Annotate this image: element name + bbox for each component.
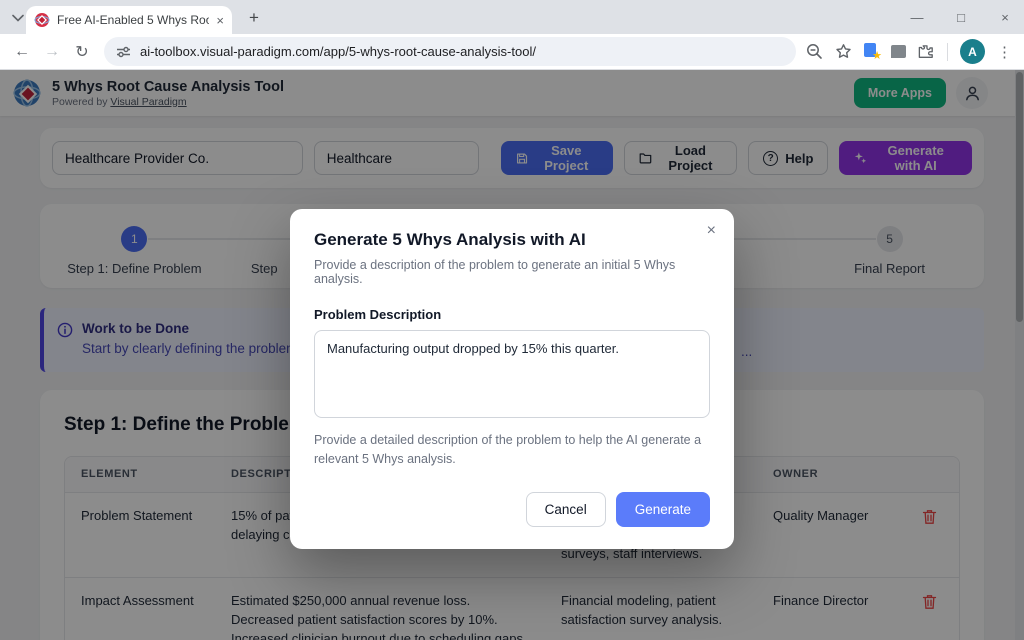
browser-menu-icon[interactable]: ⋮	[997, 43, 1012, 61]
extension-shortcut-icon[interactable]: ★	[864, 43, 879, 60]
cancel-button[interactable]: Cancel	[526, 492, 606, 527]
tab-search-icon[interactable]	[8, 8, 28, 28]
toolbar-divider	[947, 43, 948, 61]
reload-button[interactable]: ↻	[70, 40, 94, 64]
chat-extension-icon[interactable]	[891, 45, 906, 58]
dialog-subtitle: Provide a description of the problem to …	[314, 258, 710, 286]
window-maximize-button[interactable]: □	[954, 10, 968, 25]
site-settings-icon[interactable]	[116, 45, 131, 59]
address-bar[interactable]: ai-toolbox.visual-paradigm.com/app/5-why…	[104, 37, 796, 66]
tab-strip: Free AI-Enabled 5 Whys Root C × + — □ ×	[0, 0, 1024, 34]
browser-navbar: ← → ↻ ai-toolbox.visual-paradigm.com/app…	[0, 34, 1024, 70]
forward-button: →	[40, 40, 64, 64]
extensions-puzzle-icon[interactable]	[918, 43, 935, 60]
dialog-close-icon[interactable]: ×	[707, 222, 716, 240]
generate-button[interactable]: Generate	[616, 492, 710, 527]
zoom-out-icon[interactable]	[806, 43, 823, 60]
profile-avatar[interactable]: A	[960, 39, 985, 64]
bookmark-star-icon[interactable]	[835, 43, 852, 60]
browser-tab[interactable]: Free AI-Enabled 5 Whys Root C ×	[26, 6, 232, 34]
tab-favicon-icon	[34, 12, 50, 28]
problem-description-textarea[interactable]: Manufacturing output dropped by 15% this…	[314, 330, 710, 418]
generate-ai-dialog: × Generate 5 Whys Analysis with AI Provi…	[290, 209, 734, 549]
tab-title: Free AI-Enabled 5 Whys Root C	[57, 13, 209, 27]
url-text[interactable]: ai-toolbox.visual-paradigm.com/app/5-why…	[140, 44, 536, 59]
problem-description-label: Problem Description	[314, 307, 710, 322]
field-helper-text: Provide a detailed description of the pr…	[314, 431, 722, 470]
tab-close-icon[interactable]: ×	[216, 14, 224, 27]
back-button[interactable]: ←	[10, 40, 34, 64]
dialog-title: Generate 5 Whys Analysis with AI	[314, 230, 710, 250]
window-close-button[interactable]: ×	[998, 10, 1012, 25]
new-tab-button[interactable]: +	[244, 8, 264, 28]
window-minimize-button[interactable]: —	[910, 10, 924, 25]
